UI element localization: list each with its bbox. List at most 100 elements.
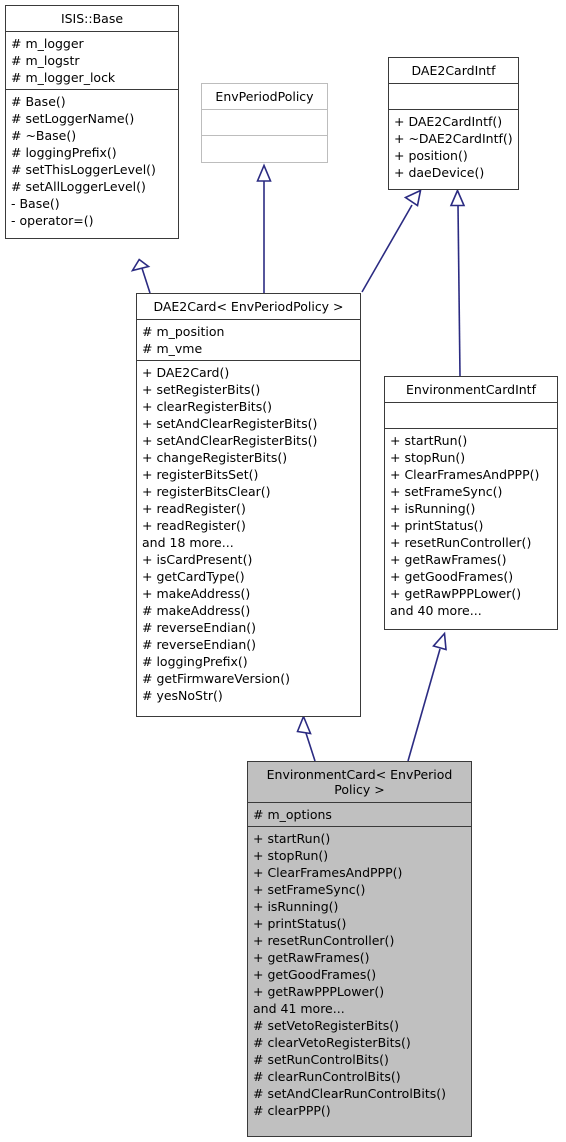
class-member-row: + setFrameSync() [390,484,503,499]
class-member-row: + setAndClearRegisterBits() [142,416,318,431]
class-member-row: # setVetoRegisterBits() [253,1018,400,1033]
class-box-environmentcard[interactable]: EnvironmentCard< EnvPeriod Policy > # m_… [247,761,472,1137]
class-member-row: # clearVetoRegisterBits() [253,1035,411,1050]
class-member-row: # m_position [142,324,225,339]
class-member-row: + readRegister() [142,518,246,533]
class-attributes-environmentcardintf [385,403,557,429]
class-member-row: + getCardType() [142,569,245,584]
class-member-row: + DAE2CardIntf() [394,114,503,129]
class-member-row: + DAE2Card() [142,365,230,380]
class-member-row: # Base() [11,94,66,109]
class-member-row: # m_vme [142,341,203,356]
empty-compartment [207,113,327,132]
edge-environmentcard-to-dae2card [296,714,316,762]
edge-dae2card-to-isis-base [130,258,151,294]
class-member-row: - Base() [11,196,60,211]
empty-compartment [207,139,327,158]
class-member-row: + registerBitsClear() [142,484,271,499]
class-operations-isis-base: # Base() # setLoggerName() # ~Base() # logg… [6,90,178,232]
class-member-row: # clearPPP() [253,1103,331,1118]
class-member-row: # setThisLoggerLevel() [11,162,156,177]
class-member-row: and 41 more... [253,1001,345,1016]
class-member-row: # m_logger [11,36,84,51]
class-title-isis-base: ISIS::Base [6,6,178,32]
class-member-row: + getRawPPPLower() [390,586,522,601]
class-member-row: + isRunning() [253,899,339,914]
class-box-envperiodpolicy[interactable]: EnvPeriodPolicy [201,83,328,163]
class-member-row: # reverseEndian() [142,620,256,635]
edge-environmentcardintf-to-dae2cardintf [449,188,466,377]
class-attributes-environmentcard: # m_options [248,803,471,827]
edge-environmentcard-to-environmentcardintf [407,631,447,762]
class-title-envperiodpolicy: EnvPeriodPolicy [202,84,327,110]
class-member-row: # loggingPrefix() [142,654,248,669]
class-member-row: + getRawFrames() [253,950,370,965]
empty-compartment [390,406,557,425]
class-member-row: + clearRegisterBits() [142,399,272,414]
class-member-row: + getRawFrames() [390,552,507,567]
class-member-row: + setAndClearRegisterBits() [142,433,318,448]
class-member-row: + setRegisterBits() [142,382,261,397]
class-member-row: + ClearFramesAndPPP() [253,865,403,880]
class-box-environmentcardintf[interactable]: EnvironmentCardIntf + startRun() + stopRu… [384,376,558,630]
class-member-row: + changeRegisterBits() [142,450,288,465]
class-operations-envperiodpolicy [202,136,327,161]
class-member-row: and 18 more... [142,535,234,550]
class-member-row: + getGoodFrames() [390,569,514,584]
class-operations-environmentcard: + startRun() + stopRun() + ClearFramesAndP… [248,827,471,1122]
class-member-row: # setLoggerName() [11,111,135,126]
class-box-dae2cardintf[interactable]: DAE2CardIntf + DAE2CardIntf() + ~DAE2Card… [388,57,519,190]
class-member-row: + resetRunController() [390,535,532,550]
class-attributes-isis-base: # m_logger # m_logstr # m_logger_lock [6,32,178,90]
class-member-row: # clearRunControlBits() [253,1069,401,1084]
class-member-row: # setAndClearRunControlBits() [253,1086,447,1101]
class-title-dae2card: DAE2Card< EnvPeriodPolicy > [137,294,360,320]
class-member-row: # loggingPrefix() [11,145,117,160]
class-title-dae2cardintf: DAE2CardIntf [389,58,518,84]
class-member-row: + position() [394,148,468,163]
class-member-row: + getRawPPPLower() [253,984,385,999]
class-member-row: + setFrameSync() [253,882,366,897]
class-attributes-envperiodpolicy [202,110,327,136]
class-member-row: + stopRun() [390,450,466,465]
class-member-row: + isRunning() [390,501,476,516]
class-title-environmentcard: EnvironmentCard< EnvPeriod Policy > [248,762,471,803]
class-box-dae2card[interactable]: DAE2Card< EnvPeriodPolicy > # m_position… [136,293,361,717]
class-attributes-dae2card: # m_position # m_vme [137,320,360,361]
uml-class-diagram: ISIS::Base # m_logger # m_logstr # m_logge… [0,0,566,1142]
class-member-row: # yesNoStr() [142,688,223,703]
class-member-row: + daeDevice() [394,165,485,180]
empty-compartment [394,87,518,106]
class-member-row: # m_logger_lock [11,70,116,85]
class-member-row: # reverseEndian() [142,637,256,652]
class-member-row: and 40 more... [390,603,482,618]
edge-dae2card-to-dae2cardintf [361,189,422,293]
class-member-row: + readRegister() [142,501,246,516]
class-member-row: + printStatus() [390,518,484,533]
class-member-row: # makeAddress() [142,603,251,618]
class-member-row: # getFirmwareVersion() [142,671,290,686]
edge-dae2card-to-envperiodpolicy [256,163,272,293]
class-member-row: # setAllLoggerLevel() [11,179,146,194]
class-operations-environmentcardintf: + startRun() + stopRun() + ClearFramesAndP… [385,429,557,622]
class-box-isis-base[interactable]: ISIS::Base # m_logger # m_logstr # m_logge… [5,5,179,239]
class-member-row: - operator=() [11,213,94,228]
class-member-row: + isCardPresent() [142,552,253,567]
class-member-row: + ClearFramesAndPPP() [390,467,540,482]
class-operations-dae2cardintf: + DAE2CardIntf() + ~DAE2CardIntf() + posit… [389,110,518,184]
class-member-row: + makeAddress() [142,586,251,601]
class-member-row: # m_options [253,807,332,822]
class-member-row: + registerBitsSet() [142,467,259,482]
class-member-row: + startRun() [253,831,331,846]
class-member-row: + getGoodFrames() [253,967,377,982]
class-member-row: + startRun() [390,433,468,448]
class-member-row: + resetRunController() [253,933,395,948]
class-operations-dae2card: + DAE2Card() + setRegisterBits() + clearRe… [137,361,360,707]
class-member-row: + stopRun() [253,848,329,863]
class-member-row: # ~Base() [11,128,77,143]
class-member-row: # m_logstr [11,53,80,68]
class-member-row: + printStatus() [253,916,347,931]
class-title-environmentcardintf: EnvironmentCardIntf [385,377,557,403]
class-member-row: # setRunControlBits() [253,1052,389,1067]
class-member-row: + ~DAE2CardIntf() [394,131,513,146]
